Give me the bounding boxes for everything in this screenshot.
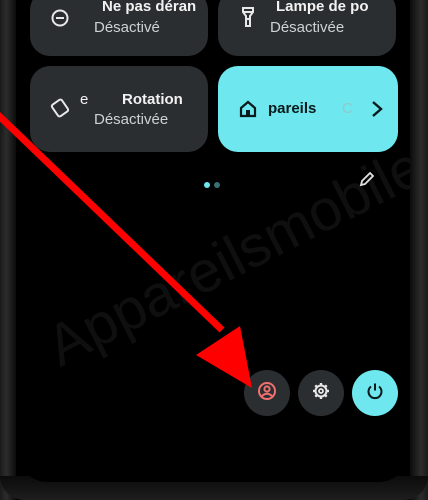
annotation-arrow — [0, 111, 252, 388]
phone-device: Ne pas déran Désactivé Lampe de po Désac… — [0, 0, 428, 500]
